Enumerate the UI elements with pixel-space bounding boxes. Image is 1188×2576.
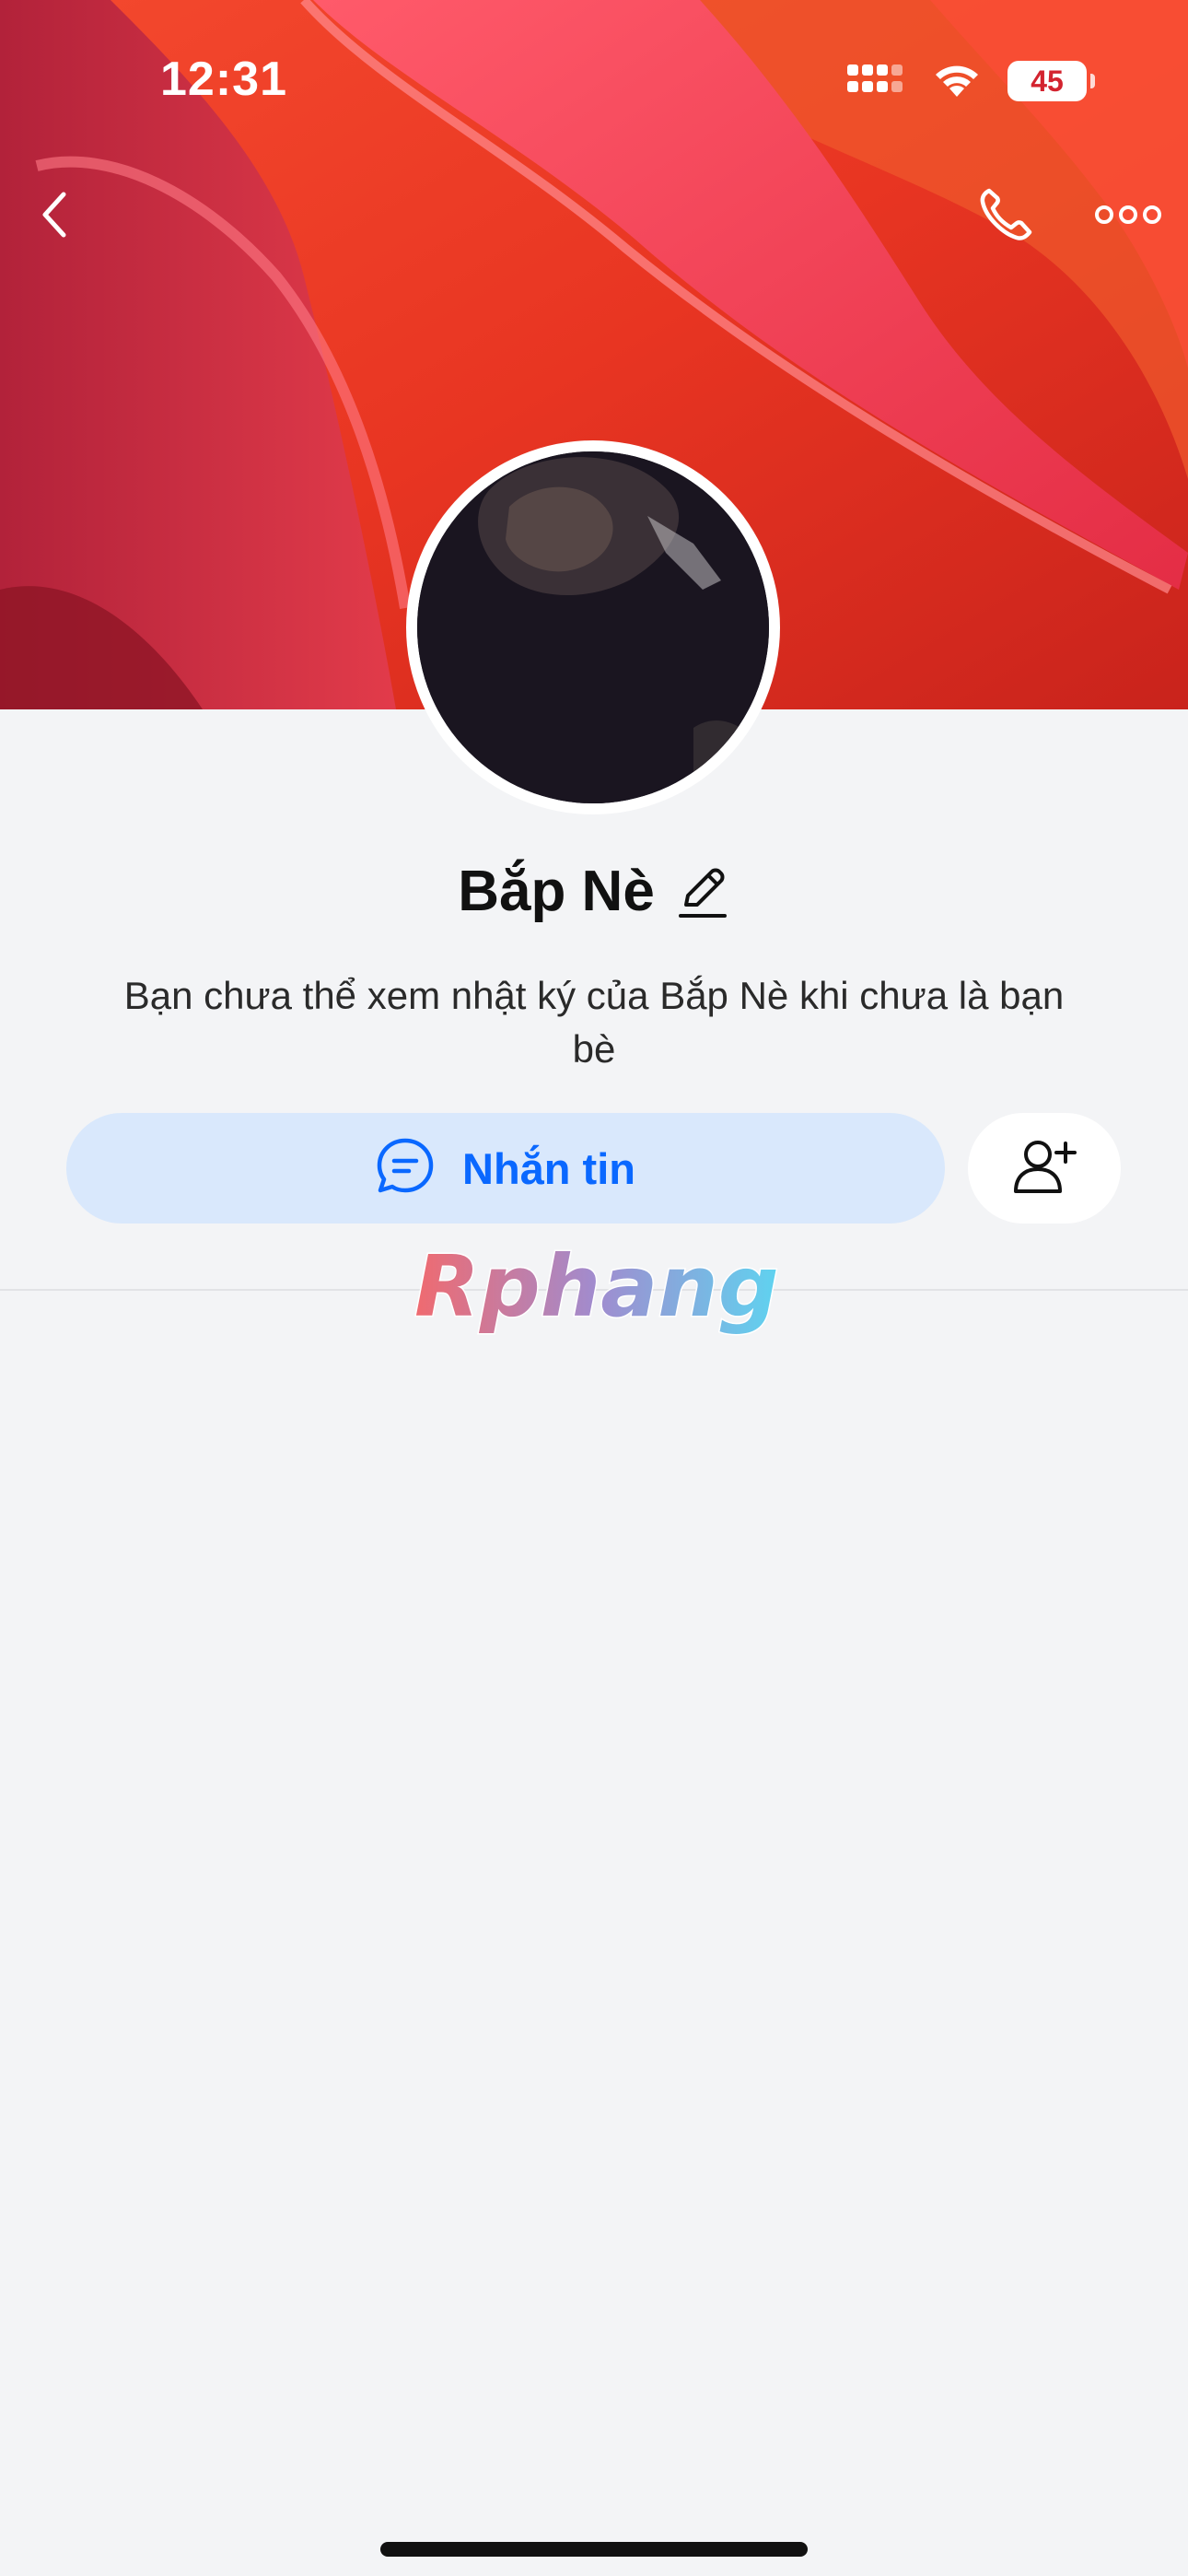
- more-button[interactable]: [1087, 175, 1170, 258]
- status-bar: 12:31 45: [0, 0, 1188, 157]
- chat-bubble-icon: [376, 1137, 435, 1200]
- chevron-left-icon: [34, 187, 75, 247]
- signal-bars-icon: [845, 61, 906, 102]
- more-horizontal-icon: [1095, 204, 1161, 230]
- profile-name-row: Bắp Nè: [0, 859, 1188, 924]
- friend-restriction-notice: Bạn chưa thể xem nhật ký của Bắp Nè khi …: [123, 974, 1065, 1071]
- profile-name: Bắp Nè: [458, 860, 655, 923]
- add-user-icon: [1012, 1138, 1077, 1200]
- phone-icon: [976, 185, 1035, 249]
- avatar[interactable]: [406, 440, 780, 814]
- add-friend-button[interactable]: [968, 1113, 1121, 1224]
- wifi-icon: [930, 60, 984, 103]
- status-icons: 45: [845, 55, 1095, 107]
- home-indicator[interactable]: [380, 2542, 808, 2557]
- back-button[interactable]: [13, 175, 96, 258]
- avatar-photo: [417, 451, 769, 803]
- status-time: 12:31: [160, 53, 287, 106]
- message-button-label: Nhắn tin: [462, 1143, 635, 1193]
- svg-text:Rphang: Rphang: [414, 1237, 779, 1336]
- watermark-logo: Rphang: [387, 1235, 801, 1345]
- battery-indicator: 45: [1007, 61, 1095, 101]
- battery-level: 45: [1031, 64, 1064, 98]
- message-button[interactable]: Nhắn tin: [66, 1113, 945, 1224]
- call-button[interactable]: [964, 175, 1047, 258]
- pencil-icon[interactable]: [675, 864, 730, 919]
